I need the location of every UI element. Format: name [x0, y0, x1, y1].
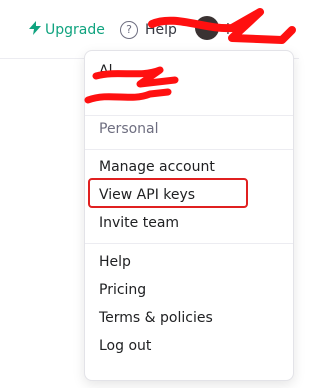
account-dropdown-menu: Al Personal Manage account View API keys… [84, 50, 294, 381]
lightning-icon [29, 21, 41, 39]
menu-item-pricing[interactable]: Pricing [99, 280, 146, 300]
menu-item-label: Pricing [99, 282, 147, 298]
menu-item-log-out[interactable]: Log out [99, 336, 151, 356]
upgrade-button[interactable]: Upgrade [29, 20, 105, 40]
help-button[interactable]: ? Help [120, 20, 177, 40]
menu-item-label: Manage account [99, 159, 215, 175]
org-item-1[interactable]: Al [99, 63, 112, 79]
section-label-personal: Personal [99, 121, 159, 137]
menu-item-label: View API keys [99, 187, 196, 203]
menu-item-label: Terms & policies [99, 310, 213, 326]
divider [85, 243, 293, 244]
user-menu-toggle[interactable]: l [226, 20, 230, 40]
user-name: l [226, 22, 230, 38]
divider [85, 115, 293, 116]
menu-item-view-api-keys[interactable]: View API keys [99, 185, 195, 205]
avatar[interactable] [195, 16, 219, 40]
menu-item-invite-team[interactable]: Invite team [99, 213, 179, 233]
menu-item-label: Log out [99, 338, 152, 354]
help-label: Help [145, 22, 177, 38]
menu-item-label: Invite team [99, 215, 180, 231]
org-item-1-label: Al [99, 63, 113, 79]
divider [85, 149, 293, 150]
menu-item-terms-policies[interactable]: Terms & policies [99, 308, 213, 328]
help-circle-icon: ? [120, 21, 138, 39]
upgrade-label: Upgrade [45, 22, 105, 38]
menu-item-label: Help [99, 254, 131, 270]
menu-item-help[interactable]: Help [99, 252, 131, 272]
menu-item-manage-account[interactable]: Manage account [99, 157, 215, 177]
